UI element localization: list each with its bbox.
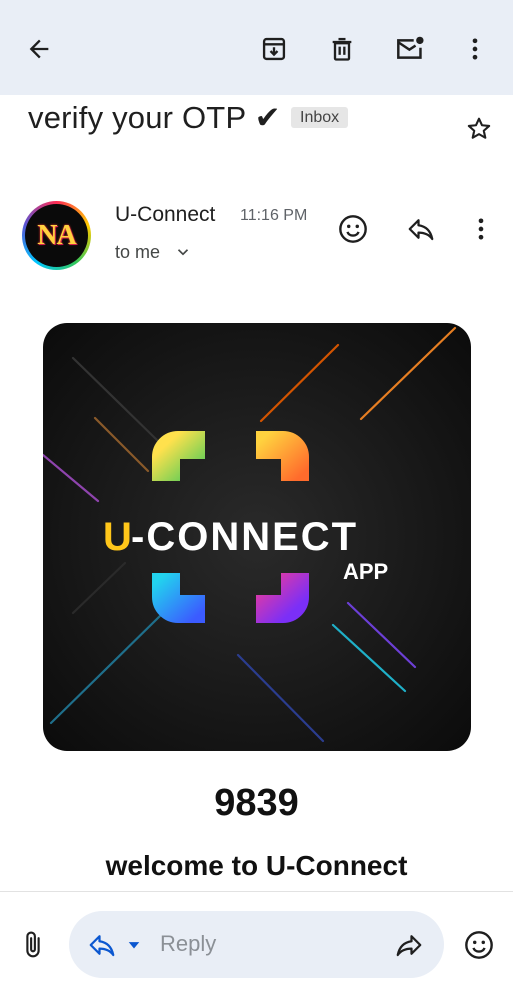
- reply-icon: [89, 935, 115, 957]
- star-outline-icon: [467, 117, 491, 139]
- u-connect-banner-image: U -CONNECT APP: [43, 323, 471, 751]
- top-app-bar: [0, 0, 513, 95]
- otp-code: 9839: [214, 782, 299, 824]
- banner-brand-sub: APP: [343, 559, 388, 584]
- sender-name: U-Connect: [115, 203, 216, 226]
- emoji-icon: [465, 931, 493, 959]
- mark-unread-button[interactable]: [388, 27, 432, 71]
- reply-icon: [408, 219, 434, 241]
- back-button[interactable]: [17, 27, 61, 71]
- mail-unread-icon: [397, 36, 424, 59]
- banner-brand-prefix: U: [103, 515, 132, 559]
- add-reaction-button[interactable]: [331, 207, 375, 251]
- delete-button[interactable]: [320, 27, 364, 71]
- more-options-button[interactable]: [453, 27, 497, 71]
- attachment-icon: [26, 931, 40, 958]
- arrow-back-icon: [29, 39, 49, 59]
- inbox-label-badge[interactable]: Inbox: [291, 107, 349, 128]
- more-vert-icon: [478, 218, 484, 240]
- email-subject: verify your OTP ✔: [28, 100, 281, 135]
- archive-icon: [262, 37, 286, 61]
- message-more-button[interactable]: [459, 207, 503, 251]
- subject-row: verify your OTP ✔ Inbox: [0, 95, 513, 155]
- avatar-initials: NA: [37, 219, 76, 251]
- reply-placeholder: Reply: [160, 931, 217, 956]
- chevron-down-icon[interactable]: [174, 243, 192, 261]
- emoji-icon: [339, 215, 367, 243]
- bottom-emoji-button[interactable]: [457, 923, 501, 967]
- welcome-text: welcome to U-Connect: [105, 850, 408, 881]
- forward-icon[interactable]: [394, 930, 424, 960]
- banner-brand-name: -CONNECT: [131, 515, 358, 559]
- more-vert-icon: [472, 38, 478, 60]
- reply-bar: Reply: [0, 891, 513, 997]
- reply-header-button[interactable]: [399, 207, 443, 251]
- reply-mode-dropdown-icon[interactable]: [127, 938, 141, 952]
- sender-avatar[interactable]: NA: [22, 201, 91, 270]
- archive-button[interactable]: [252, 27, 296, 71]
- banner-artwork: U -CONNECT APP: [43, 326, 457, 743]
- recipient-details[interactable]: to me: [115, 242, 160, 263]
- email-time: 11:16 PM: [240, 207, 308, 224]
- reply-input-pill[interactable]: Reply: [69, 911, 444, 978]
- star-button[interactable]: [457, 107, 501, 151]
- delete-icon: [332, 37, 352, 61]
- attach-button[interactable]: [11, 923, 55, 967]
